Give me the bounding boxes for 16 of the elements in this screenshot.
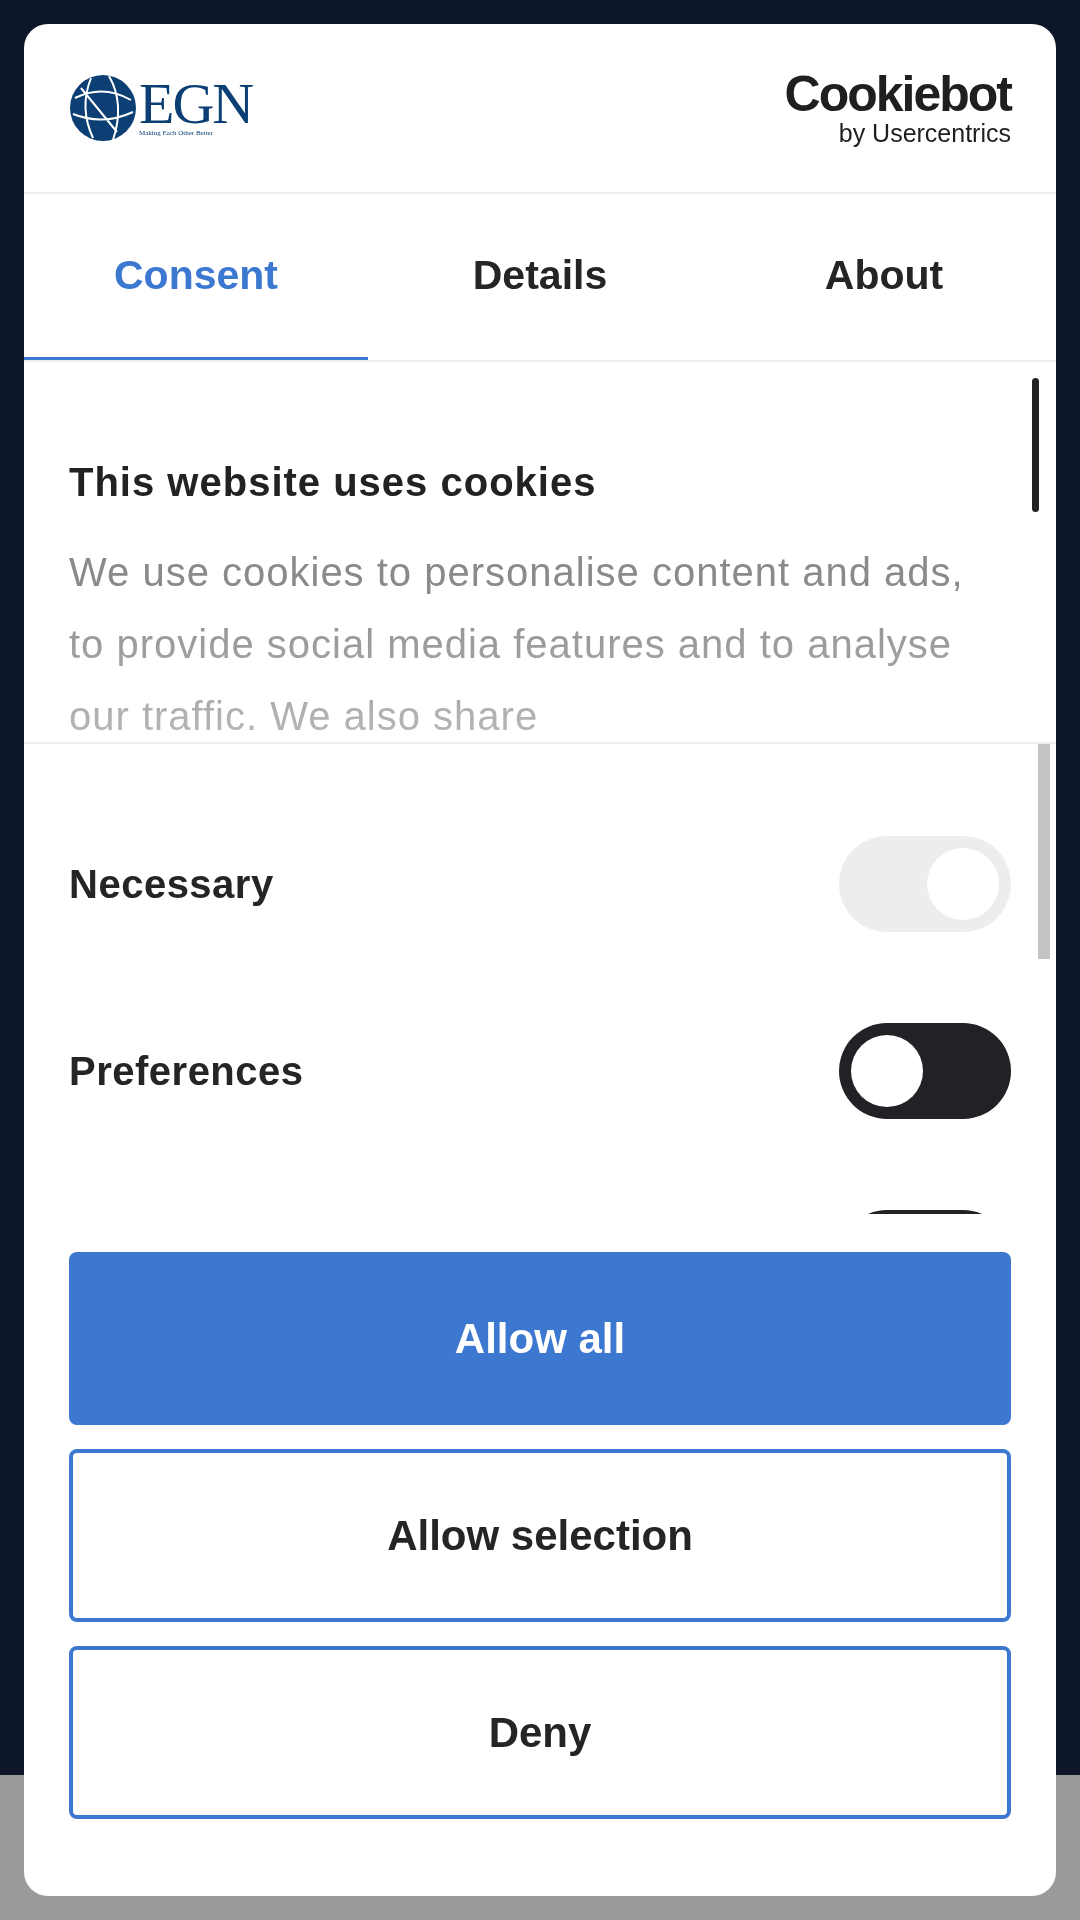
brand-logo-text: EGN <box>139 79 253 129</box>
action-button[interactable]: Deny <box>69 1646 1011 1819</box>
tab[interactable]: About <box>712 194 1056 360</box>
globe-icon <box>69 74 137 142</box>
intro-text: We use cookies to personalise content and ads, to provide social media features and to analyse our traffic. We also share <box>69 549 965 740</box>
scrollbar-thumb[interactable] <box>1032 378 1039 512</box>
category-label: Necessary <box>69 861 274 908</box>
provider-logo-text: Cookiebot <box>784 69 1011 119</box>
provider-byline: by Usercentrics <box>838 119 1011 147</box>
action-button[interactable]: Allow all <box>69 1252 1011 1425</box>
tab[interactable]: Details <box>368 194 712 360</box>
action-button[interactable]: Allow selection <box>69 1449 1011 1622</box>
scrollbar-thumb[interactable] <box>1038 744 1050 959</box>
tab[interactable]: Consent <box>24 194 368 360</box>
intro-title: This website uses cookies <box>69 459 598 506</box>
category-label: Preferences <box>69 1048 304 1095</box>
